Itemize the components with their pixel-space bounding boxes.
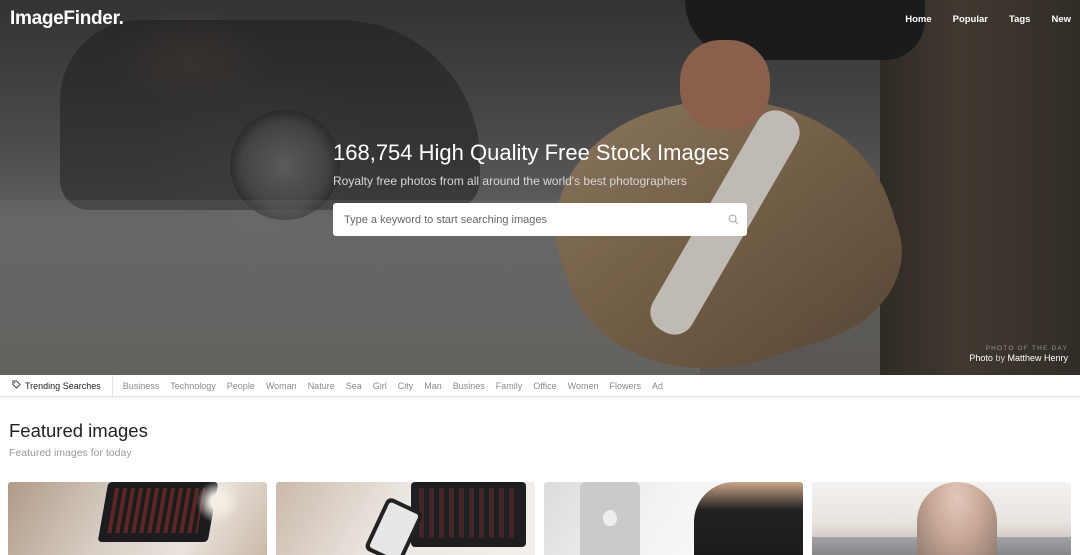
person-illustration (694, 482, 803, 555)
nav-popular-link[interactable]: Popular (953, 14, 988, 25)
photo-credit-prefix: Photo (969, 353, 993, 363)
nav-tags-link[interactable]: Tags (1009, 14, 1030, 25)
person-illustration (917, 482, 997, 555)
trending-item[interactable]: Family (485, 381, 523, 391)
nav-new-link[interactable]: New (1051, 14, 1071, 25)
trending-label: Trending Searches (0, 374, 113, 397)
trending-item[interactable]: Nature (297, 381, 335, 391)
site-logo[interactable]: ImageFinder. (10, 8, 124, 30)
top-navigation: Home Popular Tags New (905, 14, 1071, 25)
featured-image-card[interactable] (812, 482, 1071, 555)
featured-subtitle: Featured images for today (9, 447, 132, 459)
trending-label-text: Trending Searches (25, 380, 101, 391)
photo-credit: Photo by Matthew Henry (969, 353, 1068, 363)
trending-item[interactable]: Woman (255, 381, 297, 391)
search-bar (333, 203, 747, 236)
featured-image-card[interactable] (8, 482, 267, 555)
trending-item[interactable]: Man (413, 381, 442, 391)
hero-subtitle: Royalty free photos from all around the … (333, 174, 687, 188)
trending-item[interactable]: Sea (335, 381, 362, 391)
trending-item[interactable]: Office (522, 381, 556, 391)
trending-item[interactable]: Ad (641, 381, 663, 391)
featured-grid (8, 482, 1071, 555)
trending-item[interactable]: Technology (159, 381, 216, 391)
apple-logo-icon (603, 510, 617, 526)
trending-bar: Trending Searches Business Technology Pe… (0, 374, 1080, 397)
search-icon[interactable] (719, 203, 747, 236)
featured-image-card[interactable] (276, 482, 535, 555)
trending-item[interactable]: Busines (442, 381, 485, 391)
trending-item[interactable]: Girl (362, 381, 387, 391)
trending-item[interactable]: City (387, 381, 414, 391)
nav-home-link[interactable]: Home (905, 14, 931, 25)
tag-icon (12, 380, 21, 391)
hero-title: 168,754 High Quality Free Stock Images (333, 140, 730, 165)
trending-item[interactable]: Business (113, 381, 160, 391)
hero-banner: ImageFinder. Home Popular Tags New 168,7… (0, 0, 1080, 375)
featured-title: Featured images (9, 420, 148, 441)
flowers-illustration (188, 482, 248, 522)
photo-credit-by: by (995, 353, 1005, 363)
photo-of-the-day-label: PHOTO OF THE DAY (985, 345, 1068, 352)
laptop-illustration (411, 482, 526, 547)
trending-item[interactable]: Flowers (598, 381, 641, 391)
trending-item[interactable]: Women (557, 381, 599, 391)
photo-credit-author[interactable]: Matthew Henry (1007, 353, 1068, 363)
trending-item[interactable]: People (216, 381, 255, 391)
search-input[interactable] (333, 203, 719, 236)
featured-image-card[interactable] (544, 482, 803, 555)
trending-list: Business Technology People Woman Nature … (113, 381, 663, 391)
